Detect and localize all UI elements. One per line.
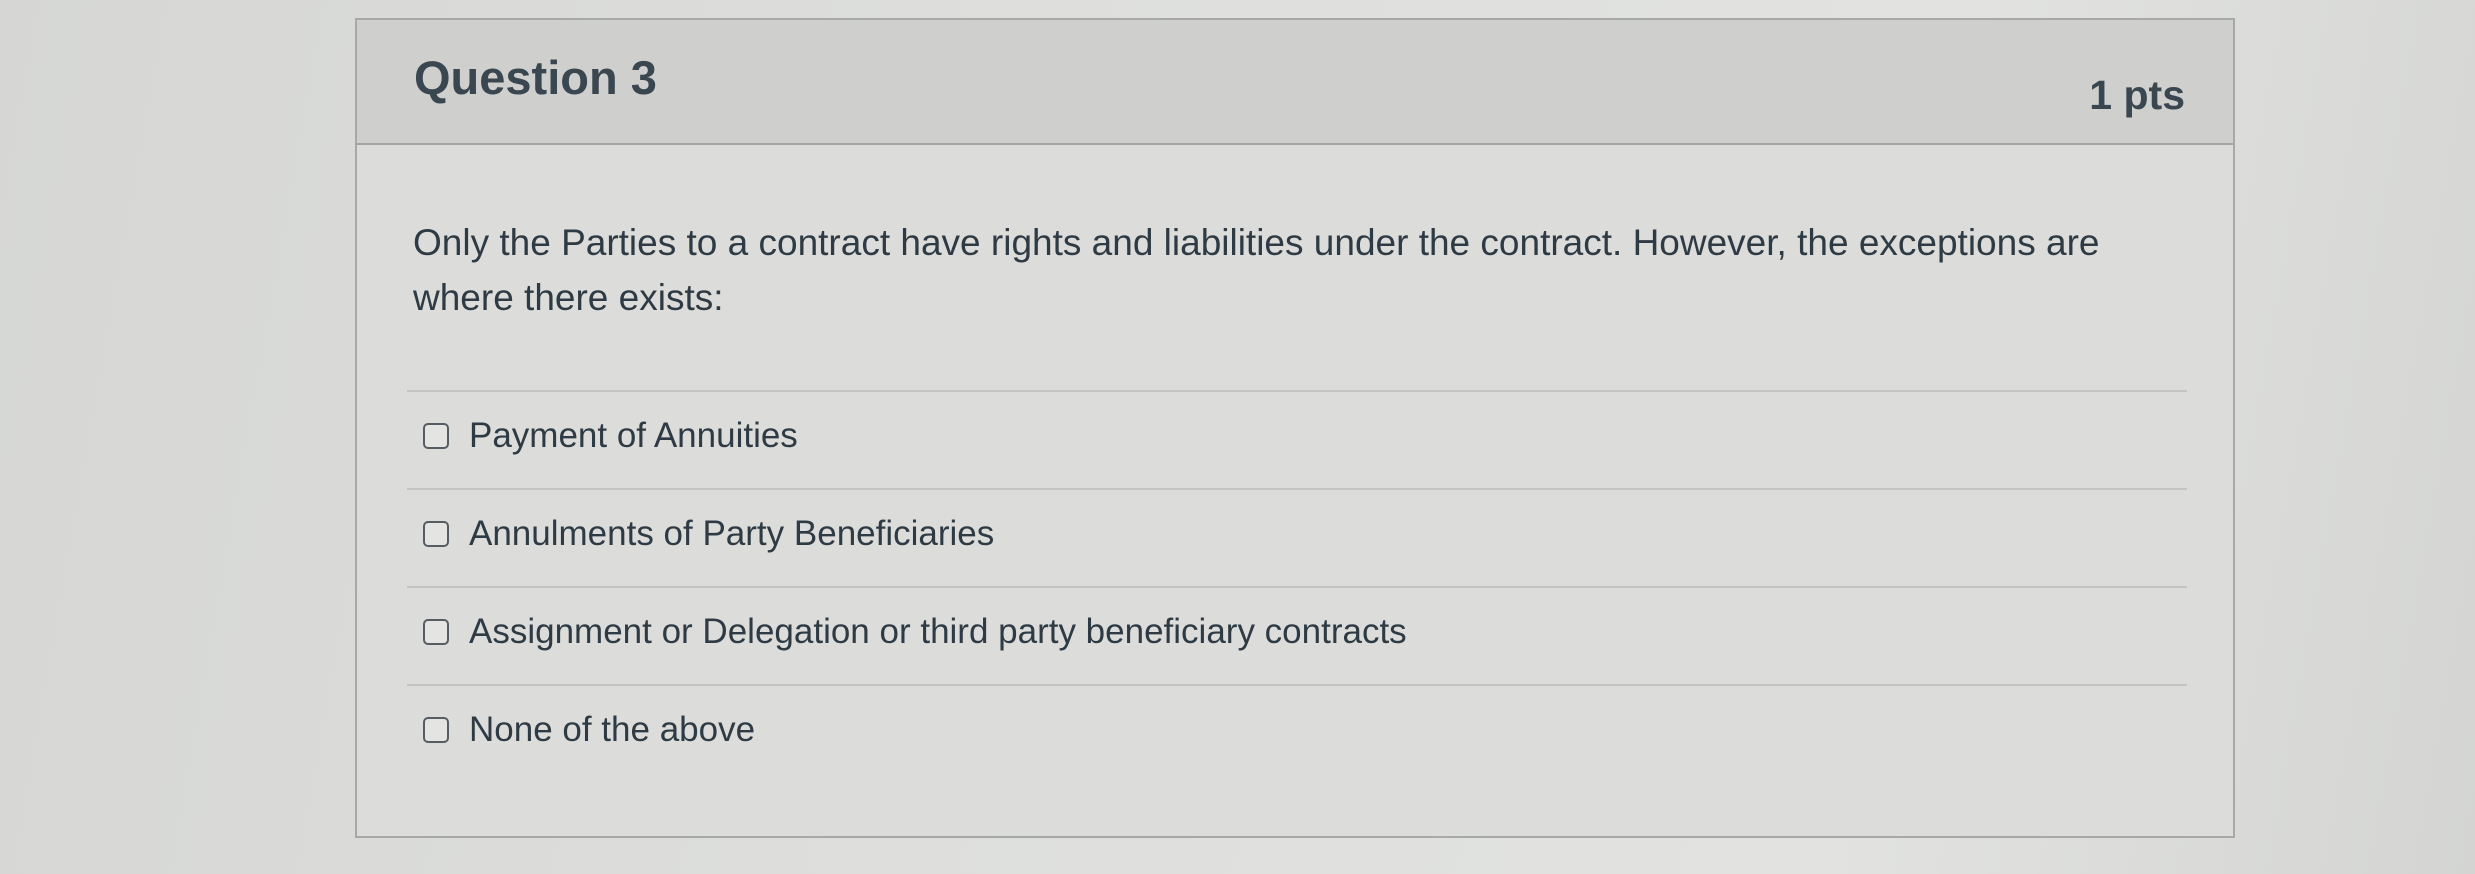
checkbox-icon[interactable] [423, 619, 449, 645]
answer-option-2[interactable]: Annulments of Party Beneficiaries [407, 488, 2187, 586]
answer-option-3[interactable]: Assignment or Delegation or third party … [407, 586, 2187, 684]
checkbox-icon[interactable] [423, 521, 449, 547]
checkbox-icon[interactable] [423, 717, 449, 743]
answer-label[interactable]: Assignment or Delegation or third party … [469, 612, 1407, 652]
question-card: Question 3 1 pts Only the Parties to a c… [355, 18, 2235, 838]
checkbox-icon[interactable] [423, 423, 449, 449]
question-header: Question 3 1 pts [357, 20, 2233, 145]
question-text: Only the Parties to a contract have righ… [413, 222, 2100, 318]
answer-option-1[interactable]: Payment of Annuities [407, 390, 2187, 488]
answer-label[interactable]: Payment of Annuities [469, 416, 798, 456]
answer-option-4[interactable]: None of the above [407, 684, 2187, 782]
answer-list: Payment of Annuities Annulments of Party… [407, 390, 2187, 782]
question-points: 1 pts [2089, 72, 2185, 118]
answer-label[interactable]: Annulments of Party Beneficiaries [469, 514, 994, 554]
answer-label[interactable]: None of the above [469, 710, 755, 750]
question-title: Question 3 [414, 51, 657, 104]
